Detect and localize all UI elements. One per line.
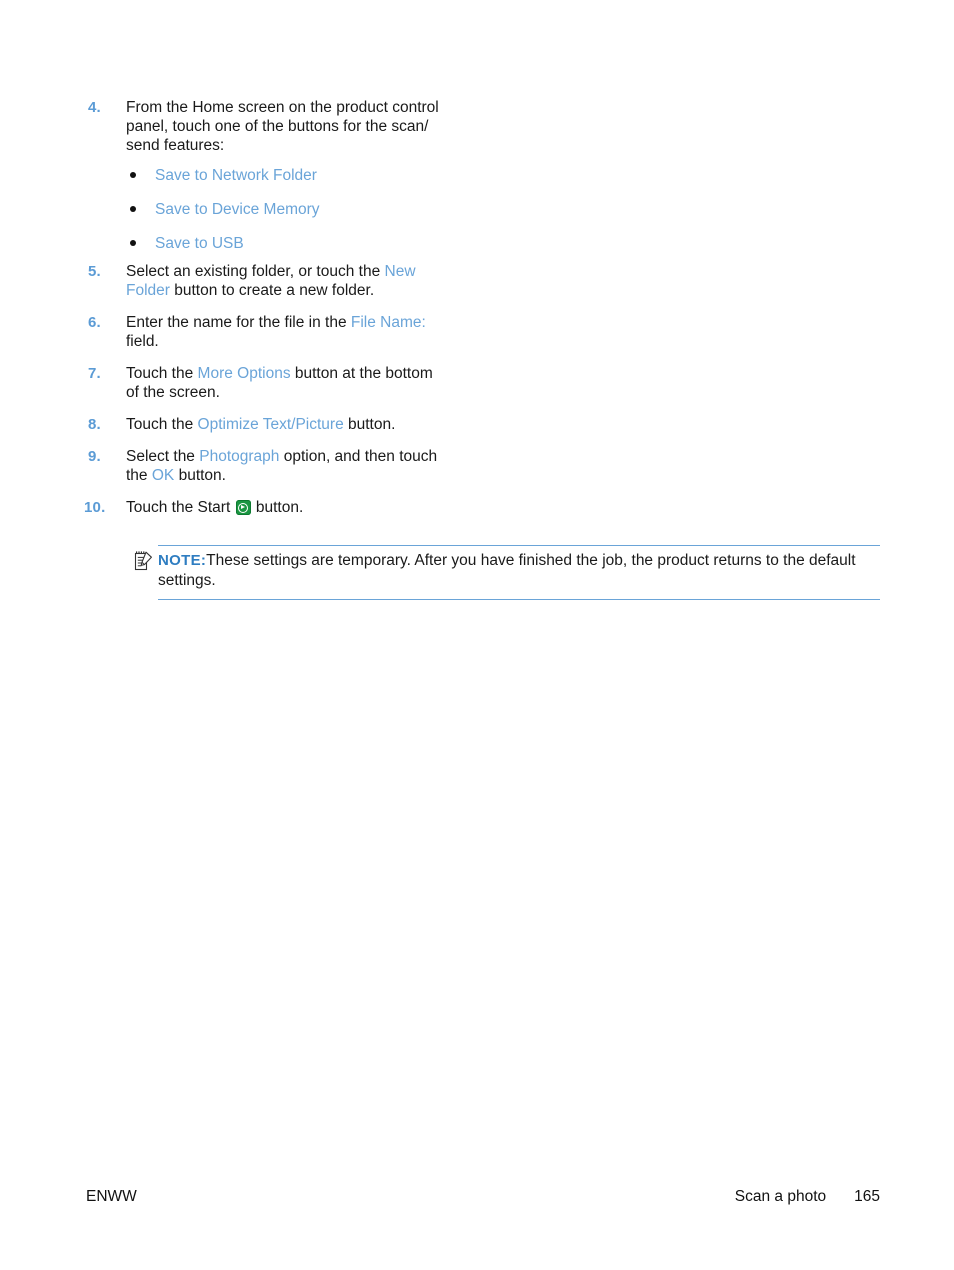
step-text-10: Touch the Start button. [126,498,444,517]
step-item-8: 8. Touch the Optimize Text/Picture butto… [88,415,488,434]
step-4-line-3: send features: [126,137,225,154]
note-callout: NOTE:These settings are temporary. After… [134,545,880,600]
procedure-step-list: 4. From the Home screen on the product c… [88,98,488,168]
step-text-8: Touch the Optimize Text/Picture button. [126,415,444,434]
step-10-suffix: button. [251,499,304,516]
step-text-6: Enter the name for the file in the File … [126,313,444,351]
start-button-icon [235,500,251,515]
note-text: These settings are temporary. After you … [158,552,856,589]
document-page: 4. From the Home screen on the product c… [0,0,954,1270]
footer-right-group: Scan a photo 165 [735,1188,880,1206]
footer-chapter-title: Scan a photo [734,1188,827,1205]
step-item-6: 6. Enter the name for the file in the Fi… [88,313,488,351]
step-number-5: 5. [88,263,101,280]
step-item-9: 9. Select the Photograph option, and the… [88,447,488,485]
step-number-4: 4. [88,99,101,116]
note-bottom-divider [158,599,880,600]
bullet-dot-icon [130,234,155,253]
procedure-step-list-continued: 5. Select an existing folder, or touch t… [84,262,488,530]
bullet-label-save-to-device-memory[interactable]: Save to Device Memory [155,200,320,219]
step-number-7: 7. [88,365,101,382]
step-9-suffix: button. [174,467,226,484]
ui-ref-photograph: Photograph [199,448,280,465]
step-item-10: 10. Touch the Start button. [84,498,488,517]
step-4-line-2: panel, touch one of the buttons for the … [126,118,429,135]
step-item-4: 4. From the Home screen on the product c… [88,98,488,155]
footer-page-number: 165 [854,1188,880,1205]
step-7-prefix: Touch the [126,365,198,382]
bullet-label-save-to-network-folder[interactable]: Save to Network Folder [155,166,317,185]
list-item: Save to Network Folder [130,166,460,185]
step-text-9: Select the Photograph option, and then t… [126,447,444,485]
step-4-line-1: From the Home screen on the product cont… [126,99,439,116]
step-number-8: 8. [88,416,101,433]
step-8-suffix: button. [343,416,396,433]
step-text-4: From the Home screen on the product cont… [126,98,444,155]
note-pencil-icon [134,550,153,571]
bullet-label-save-to-usb[interactable]: Save to USB [155,234,244,253]
step-number-9: 9. [88,448,101,465]
step-5-suffix: button to create a new folder. [169,282,375,299]
step-6-prefix: Enter the name for the file in the [126,314,351,331]
list-item: Save to Device Memory [130,200,460,219]
step-number-10: 10. [84,499,106,516]
ui-ref-ok: OK [151,467,175,484]
step-8-prefix: Touch the [126,416,198,433]
step-item-5: 5. Select an existing folder, or touch t… [88,262,488,300]
ui-ref-optimize-text-picture: Optimize Text/Picture [197,416,344,433]
step-text-7: Touch the More Options button at the bot… [126,364,444,402]
footer-locale-code: ENWW [86,1188,137,1205]
list-item: Save to USB [130,234,460,253]
step-text-5: Select an existing folder, or touch the … [126,262,444,300]
page-footer: ENWW Scan a photo 165 [86,1188,880,1206]
scan-send-feature-bullet-list: Save to Network Folder Save to Device Me… [130,166,460,268]
bullet-dot-icon [130,166,155,185]
step-number-6: 6. [88,314,101,331]
step-item-7: 7. Touch the More Options button at the … [88,364,488,402]
note-content: NOTE:These settings are temporary. After… [134,546,880,593]
step-9-prefix: Select the [126,448,200,465]
step-10-prefix: Touch the Start [126,499,235,516]
step-5-prefix: Select an existing folder, or touch the [126,263,385,280]
ui-ref-file-name-field: File Name: [350,314,426,331]
step-6-suffix: field. [126,333,159,350]
ui-ref-more-options: More Options [197,365,291,382]
bullet-dot-icon [130,200,155,219]
note-label: NOTE: [158,552,207,569]
